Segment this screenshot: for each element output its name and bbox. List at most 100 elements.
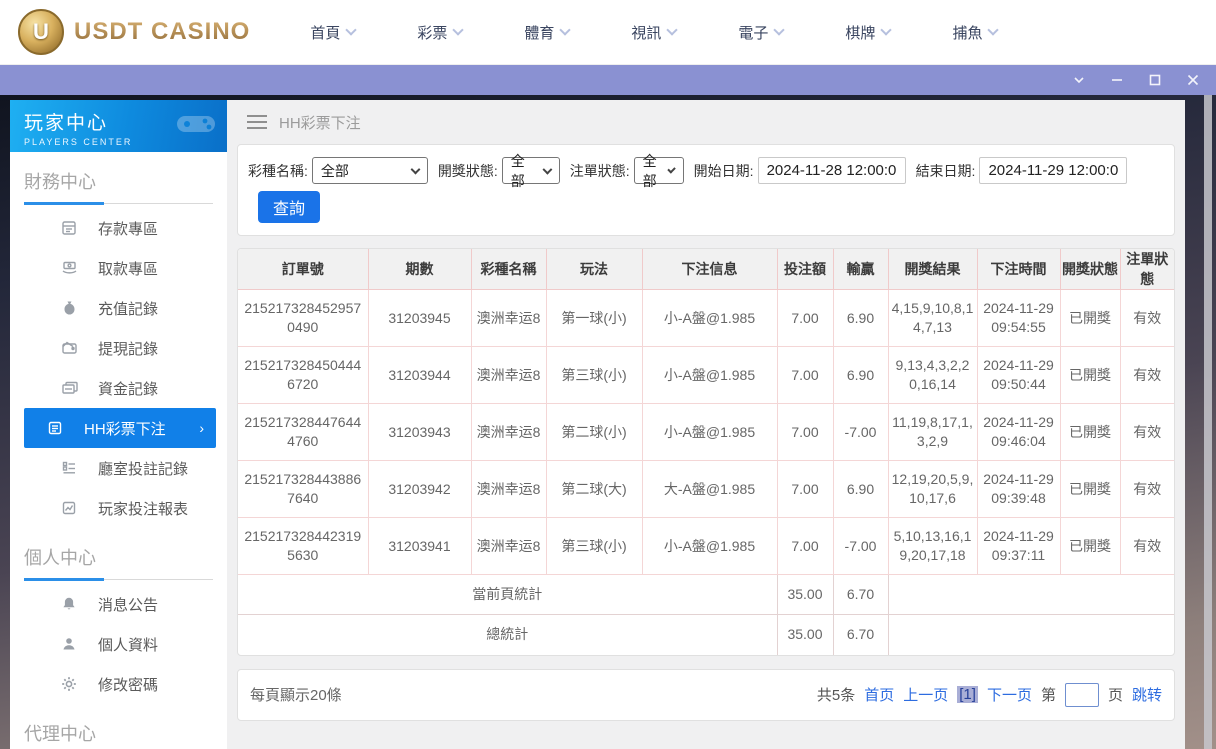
nav-item-label: 電子 (738, 24, 769, 42)
nav-item-5[interactable]: 電子 (738, 22, 786, 43)
window-scrollbar[interactable] (1204, 95, 1212, 749)
nav-item-7[interactable]: 捕魚 (952, 22, 1000, 43)
sidebar-item-個人資料[interactable]: 個人資料 (24, 624, 216, 664)
breadcrumb: HH彩票下注 (227, 100, 1185, 144)
table-cell: 7.00 (777, 517, 834, 575)
table-row-5: 2152173284423195630 31203941 澳洲幸运8 第三球(小) 小-… (238, 517, 1174, 575)
chevron-down-icon[interactable] (1064, 65, 1094, 95)
bets-table-panel: 訂單號 期數 彩種名稱 玩法 下注信息 投注額 輸贏 開獎結果 下注時間 開獎狀態 注單狀態 215… (237, 248, 1175, 656)
nav-item-1[interactable]: 首頁 (310, 22, 358, 43)
draw-status-select[interactable]: 全部 (501, 153, 560, 189)
nav-item-3[interactable]: 體育 (524, 22, 572, 43)
close-icon[interactable] (1178, 65, 1208, 95)
table-cell: 7.00 (777, 346, 834, 404)
sidebar-item-存款專區[interactable]: 存款專區 (24, 208, 216, 248)
table-cell: 小-A盤@1.985 (642, 403, 778, 461)
table-cell: 12,19,20,5,9,10,17,6 (888, 460, 978, 518)
sidebar-item-HH彩票下注[interactable]: HH彩票下注 › (24, 408, 216, 448)
chevron-down-icon (559, 24, 572, 36)
table-cell: 31203942 (368, 460, 472, 518)
summary-cell: 6.70 (833, 574, 889, 615)
summary-cell: 總統計 (238, 614, 778, 655)
draw-status-value: 全部 (510, 152, 525, 189)
table-cell: 7.00 (777, 403, 834, 461)
table-cell: 31203943 (368, 403, 472, 461)
sidebar-item-label: 修改密碼 (98, 676, 159, 694)
sidebar-item-label: 玩家投注報表 (98, 500, 189, 518)
page-size-text: 每頁顯示20條 (250, 687, 342, 704)
column-header-期數: 期數 (368, 249, 472, 290)
grand-total-row: 總統計 35.00 6.70 (238, 614, 1174, 655)
announcement-icon (60, 595, 78, 613)
table-cell: 第二球(大) (546, 460, 643, 518)
nav-item-label: 視訊 (631, 24, 662, 42)
table-cell: 有效 (1120, 403, 1174, 461)
jump-prefix: 第 (1040, 687, 1056, 704)
start-date-input[interactable] (757, 157, 906, 184)
sidebar-item-label: 充值記錄 (98, 300, 159, 318)
search-button[interactable]: 查詢 (258, 191, 320, 223)
column-header-開獎狀態: 開獎狀態 (1060, 249, 1121, 290)
prev-page-link[interactable]: 上一页 (903, 684, 948, 705)
minimize-icon[interactable] (1102, 65, 1132, 95)
table-cell: 有效 (1120, 289, 1174, 347)
section-title-1: 財務中心 (24, 168, 213, 205)
table-cell: 已開獎 (1060, 289, 1121, 347)
next-page-link[interactable]: 下一页 (987, 684, 1032, 705)
table-row-1: 2152173284529570490 31203945 澳洲幸运8 第一球(小) 小-… (238, 289, 1174, 347)
brand-name: USDT CASINO (74, 18, 251, 45)
section-title-2: 個人中心 (24, 544, 213, 581)
sidebar-item-取款專區[interactable]: 取款專區 (24, 248, 216, 288)
report-icon (60, 499, 78, 517)
players-center-header: 玩家中心 PLAYERS CENTER (10, 100, 227, 152)
sidebar-item-充值記錄[interactable]: 充值記錄 (24, 288, 216, 328)
sidebar-item-label: 資金記錄 (98, 380, 159, 398)
chevron-down-icon (987, 24, 1000, 36)
table-cell: 5,10,13,16,19,20,17,18 (888, 517, 978, 575)
table-cell: 2024-11-29 09:39:48 (977, 460, 1061, 518)
lottery-bet-icon (46, 419, 64, 437)
first-page-link[interactable]: 首页 (864, 684, 894, 705)
table-cell: 6.90 (833, 460, 889, 518)
table-cell: 9,13,4,3,2,20,16,14 (888, 346, 978, 404)
sidebar-item-消息公告[interactable]: 消息公告 (24, 584, 216, 624)
table-cell: 澳洲幸运8 (471, 517, 547, 575)
sidebar-item-廳室投註記錄[interactable]: 廳室投註記錄 (24, 448, 216, 488)
menu-toggle-icon[interactable] (247, 115, 267, 129)
sidebar-item-玩家投注報表[interactable]: 玩家投注報表 (24, 488, 216, 528)
end-date-label: 結束日期: (915, 162, 976, 179)
table-row-4: 2152173284438867640 31203942 澳洲幸运8 第二球(大) 大-… (238, 460, 1174, 518)
end-date-input[interactable] (979, 157, 1128, 184)
summary-cell: 35.00 (777, 614, 834, 655)
table-cell: 第一球(小) (546, 289, 643, 347)
order-status-select[interactable]: 全部 (633, 153, 684, 189)
table-cell: 6.90 (833, 346, 889, 404)
profile-icon (60, 635, 78, 653)
table-cell: 澳洲幸运8 (471, 403, 547, 461)
nav-item-6[interactable]: 棋牌 (845, 22, 893, 43)
table-cell: 31203945 (368, 289, 472, 347)
withdraw-icon (60, 259, 78, 277)
table-cell: 小-A盤@1.985 (642, 289, 778, 347)
chevron-down-icon (452, 24, 465, 36)
page-total-row: 當前頁統計 35.00 6.70 (238, 574, 1174, 615)
brand-logo[interactable]: U USDT CASINO (18, 9, 250, 55)
jump-button[interactable]: 跳转 (1132, 684, 1162, 705)
sidebar-item-修改密碼[interactable]: 修改密碼 (24, 664, 216, 704)
table-cell: 小-A盤@1.985 (642, 346, 778, 404)
nav-item-4[interactable]: 視訊 (631, 22, 679, 43)
chevron-down-icon (542, 164, 553, 174)
lottery-name-select[interactable]: 全部 (311, 157, 428, 184)
sidebar-item-提現記錄[interactable]: 提現記錄 (24, 328, 216, 368)
chevron-down-icon (667, 164, 677, 174)
chevron-down-icon (666, 24, 679, 36)
sidebar-item-資金記錄[interactable]: 資金記錄 (24, 368, 216, 408)
page-jump-input[interactable] (1064, 682, 1099, 707)
summary-cell (888, 574, 1174, 615)
table-row-2: 2152173284504446720 31203944 澳洲幸运8 第三球(小) 小-… (238, 346, 1174, 404)
maximize-icon[interactable] (1140, 65, 1170, 95)
sidebar-item-label: 取款專區 (98, 260, 159, 278)
table-cell: 2152173284529570490 (238, 289, 369, 347)
sidebar-item-label: HH彩票下注 (84, 420, 166, 438)
nav-item-2[interactable]: 彩票 (417, 22, 465, 43)
